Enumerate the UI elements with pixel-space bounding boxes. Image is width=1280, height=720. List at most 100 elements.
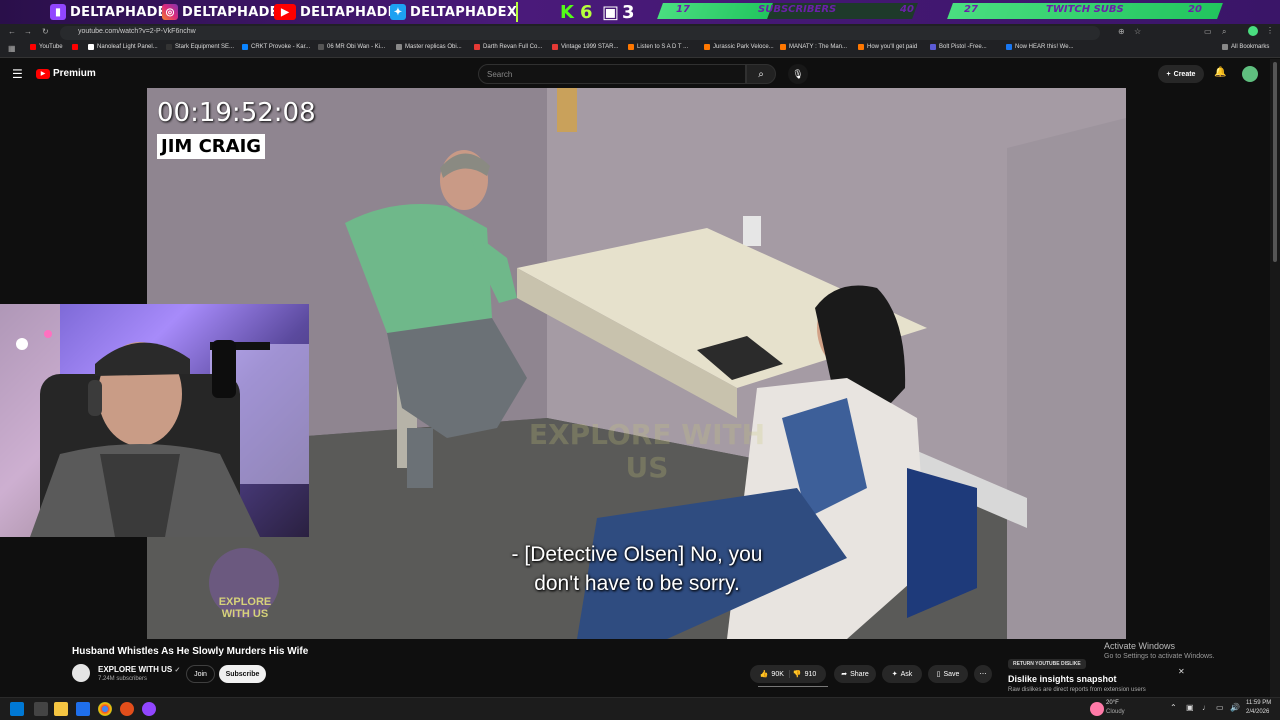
- divider: [516, 2, 518, 22]
- activate-windows-title: Activate Windows: [1104, 641, 1176, 651]
- twitter-social: ✦ DELTAPHADEX: [390, 3, 517, 21]
- subtitle-line-2: don't have to be sorry.: [534, 572, 740, 595]
- weather-icon[interactable]: [1090, 702, 1104, 716]
- close-icon[interactable]: ✕: [1178, 667, 1185, 676]
- instagram-social: ◎ DELTAPHADE: [162, 3, 279, 21]
- instagram-handle: DELTAPHADE: [182, 4, 279, 20]
- youtube-logo[interactable]: ▶ Premium: [36, 68, 96, 79]
- account-avatar[interactable]: [1242, 66, 1258, 82]
- microphone-icon[interactable]: 🎙: [788, 64, 808, 84]
- twitter-icon: ✦: [390, 4, 406, 20]
- page-scrollbar-thumb[interactable]: [1273, 62, 1277, 262]
- bookmark-item[interactable]: Jurassic Park Veloce...: [704, 44, 774, 50]
- youtube-social: ▶ DELTAPHADE: [274, 3, 397, 21]
- discord-icon[interactable]: [142, 702, 156, 716]
- join-button[interactable]: Join: [186, 665, 215, 683]
- clock-time[interactable]: 11:59 PM: [1246, 700, 1271, 706]
- forward-icon[interactable]: →: [24, 27, 32, 36]
- video-timestamp: 00:19:52:08: [157, 98, 316, 128]
- chrome-icon[interactable]: [98, 702, 112, 716]
- bookmark-item[interactable]: Now HEAR this! We...: [1006, 44, 1074, 50]
- verified-check-icon: ✓: [174, 667, 181, 674]
- sidepanel-icon[interactable]: ▭: [1204, 27, 1212, 36]
- video-title: Husband Whistles As He Slowly Murders Hi…: [72, 646, 309, 657]
- channel-name[interactable]: EXPLORE WITH US ✓: [98, 665, 180, 674]
- store-icon[interactable]: [76, 702, 90, 716]
- twitch-count: 3: [622, 2, 635, 23]
- like-count: 90K: [771, 670, 784, 678]
- reload-icon[interactable]: ↻: [42, 27, 49, 36]
- task-view-icon[interactable]: [34, 702, 48, 716]
- activate-windows-subtitle: Go to Settings to activate Windows.: [1104, 653, 1215, 660]
- youtube-header: ☰ ▶ Premium Search ⌕ 🎙 + Create 🔔: [0, 59, 1270, 89]
- ryd-body: Raw dislikes are direct reports from ext…: [1008, 687, 1146, 693]
- notifications-bell-icon[interactable]: 🔔: [1214, 67, 1226, 78]
- bookmark-item[interactable]: Listen to S A D T ...: [628, 44, 688, 50]
- bookmark-item[interactable]: [72, 44, 78, 50]
- tray-app-icon[interactable]: ▣: [1186, 703, 1194, 712]
- clock-date[interactable]: 2/4/2026: [1246, 709, 1269, 715]
- bookmark-item[interactable]: Master replicas Obi...: [396, 44, 462, 50]
- profile-avatar[interactable]: [1248, 26, 1258, 36]
- bookmark-star-icon[interactable]: ☆: [1134, 27, 1141, 36]
- premium-label: Premium: [53, 68, 96, 79]
- twitch-subs-goal-target: 20: [1188, 4, 1202, 15]
- thumbs-up-icon: 👍: [759, 671, 769, 678]
- back-icon[interactable]: ←: [8, 27, 16, 36]
- create-button[interactable]: + Create: [1158, 65, 1204, 83]
- like-button[interactable]: 👍 90K: [760, 670, 790, 678]
- youtube-logo-icon: ▶: [36, 68, 50, 79]
- subscribers-goal-fill: [657, 3, 773, 19]
- all-bookmarks[interactable]: All Bookmarks: [1222, 44, 1269, 50]
- weather-temp: 20°F: [1106, 700, 1119, 706]
- save-button[interactable]: ▯ Save: [928, 665, 968, 683]
- apps-grid-icon[interactable]: ▦: [8, 44, 16, 53]
- dislike-button[interactable]: 👎 910: [792, 670, 817, 679]
- channel-subscriber-count: 7.24M subscribers: [98, 676, 148, 682]
- twitch-icon: ▮: [50, 4, 66, 20]
- windows-start-icon[interactable]: [10, 702, 24, 716]
- twitch-subs-goal-label: TWITCH SUBS: [1046, 4, 1124, 15]
- tray-mic-icon[interactable]: ♩: [1202, 703, 1210, 712]
- twitch-social: ▮ DELTAPHADE: [50, 3, 167, 21]
- obs-icon[interactable]: [120, 702, 134, 716]
- bookmark-item[interactable]: MANATY : The Man...: [780, 44, 847, 50]
- hamburger-menu-icon[interactable]: ☰: [12, 67, 23, 81]
- file-explorer-icon[interactable]: [54, 702, 68, 716]
- bookmark-item[interactable]: CRKT Provoke - Kar...: [242, 44, 310, 50]
- tray-chevron-icon[interactable]: ⌃: [1170, 703, 1177, 712]
- thumbs-down-icon: 👎: [792, 671, 802, 678]
- search-button[interactable]: ⌕: [746, 64, 776, 84]
- search-input[interactable]: Search: [478, 64, 746, 84]
- bookmark-item[interactable]: Bolt Pistol -Free...: [930, 44, 987, 50]
- url-field[interactable]: youtube.com/watch?v=2-P-VkF6nchw: [60, 26, 1100, 40]
- twitch-subs-goal-current: 27: [964, 4, 978, 15]
- volume-icon[interactable]: 🔊: [1230, 703, 1240, 712]
- bookmark-item[interactable]: Vintage 1999 STAR...: [552, 44, 618, 50]
- weather-desc: Cloudy: [1106, 709, 1125, 715]
- twitch-handle: DELTAPHADE: [70, 4, 167, 20]
- dislike-count: 910: [804, 670, 817, 678]
- network-icon[interactable]: ▭: [1216, 703, 1224, 712]
- channel-avatar[interactable]: [72, 664, 90, 682]
- bookmark-item[interactable]: How you'll get paid: [858, 44, 917, 50]
- subscribers-goal-current: 17: [676, 4, 690, 15]
- channel-watermark: EXPLORE WITH US: [528, 418, 766, 484]
- subscribers-goal-target: 40: [900, 4, 914, 15]
- bookmark-item[interactable]: Darth Revan Full Co...: [474, 44, 542, 50]
- more-actions-button[interactable]: ⋯: [974, 665, 992, 683]
- ryd-badge: RETURN YOUTUBE DISLIKE: [1008, 659, 1086, 669]
- subscribe-button[interactable]: Subscribe: [219, 665, 266, 683]
- address-bar: ← → ↻ youtube.com/watch?v=2-P-VkF6nchw ⊕…: [0, 24, 1280, 42]
- bookmark-item[interactable]: Nanoleaf Light Panel...: [88, 44, 158, 50]
- bookmark-item[interactable]: Stark Equipment SE...: [166, 44, 234, 50]
- share-button[interactable]: ➦ Share: [834, 665, 876, 683]
- extensions-icon[interactable]: ⊕: [1118, 27, 1125, 36]
- ask-button[interactable]: ✦ Ask: [882, 665, 922, 683]
- menu-kebab-icon[interactable]: ⋮: [1266, 26, 1274, 35]
- bookmark-item[interactable]: 06 MR Obi Wan - Ki...: [318, 44, 385, 50]
- subscribers-goal-label: SUBSCRIBERS: [758, 4, 837, 15]
- search-tab-icon[interactable]: ⌕: [1222, 27, 1226, 37]
- bookmark-item[interactable]: YouTube: [30, 44, 63, 50]
- video-subtitles: - [Detective Olsen] No, you don't have t…: [407, 540, 867, 598]
